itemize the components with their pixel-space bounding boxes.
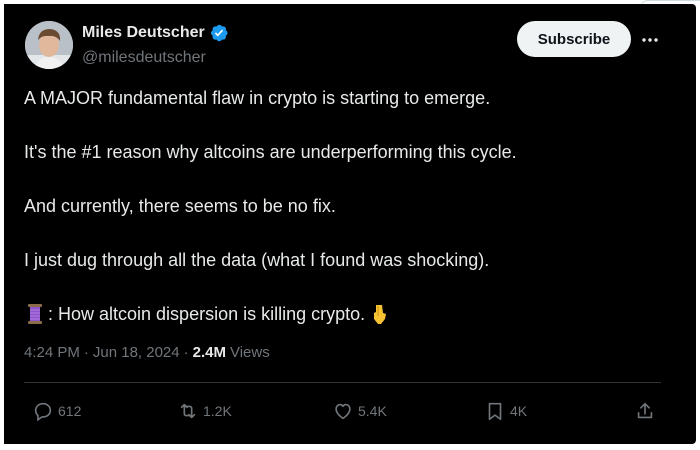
tweet-date[interactable]: Jun 18, 2024	[93, 344, 180, 361]
tweet-paragraph-text: : How altcoin dispersion is killing cryp…	[48, 304, 366, 324]
like-button[interactable]: 5.4K	[332, 398, 387, 424]
tweet-paragraph: I just dug through all the data (what I …	[24, 250, 490, 270]
subscribe-button[interactable]: Subscribe	[517, 21, 631, 57]
pointing-down-icon	[374, 305, 387, 324]
bookmark-count: 4K	[510, 403, 528, 419]
tweet-paragraph: It's the #1 reason why altcoins are unde…	[24, 142, 517, 162]
repost-button[interactable]: 1.2K	[177, 398, 232, 424]
divider	[24, 382, 661, 383]
more-horizontal-icon[interactable]	[640, 30, 660, 50]
avatar-image	[25, 21, 73, 69]
thread-spool-icon	[28, 304, 42, 324]
author-handle[interactable]: @milesdeutscher	[82, 49, 206, 67]
tweet-metadata: 4:24 PM · Jun 18, 2024 · 2.4M Views	[24, 344, 270, 361]
action-bar: 612 1.2K 5.4K 4K	[24, 398, 664, 424]
repost-count: 1.2K	[203, 403, 232, 419]
reply-count: 612	[58, 403, 82, 419]
repost-icon	[180, 403, 196, 419]
views-count: 2.4M	[192, 344, 226, 361]
bookmark-icon	[488, 402, 502, 421]
share-icon	[637, 402, 653, 419]
tweet-paragraph-thread: : How altcoin dispersion is killing cryp…	[24, 302, 664, 326]
author-name[interactable]: Miles Deutscher	[82, 24, 205, 42]
reply-button[interactable]: 612	[32, 398, 81, 424]
heart-icon	[335, 403, 351, 420]
reply-icon	[34, 402, 52, 422]
tweet-paragraph: A MAJOR fundamental flaw in crypto is st…	[24, 88, 491, 108]
meta-separator: ·	[183, 344, 189, 361]
views-label: Views	[229, 344, 270, 361]
tweet-paragraph: And currently, there seems to be no fix.	[24, 196, 336, 216]
tweet-text: A MAJOR fundamental flaw in crypto is st…	[24, 86, 664, 356]
share-button[interactable]	[634, 398, 656, 424]
bookmark-button[interactable]: 4K	[484, 398, 527, 424]
meta-separator: ·	[83, 344, 89, 361]
tweet-card: Miles Deutscher @milesdeutscher Subscrib…	[4, 4, 696, 444]
tweet-time[interactable]: 4:24 PM	[24, 344, 80, 361]
verified-badge-icon	[210, 24, 228, 42]
avatar[interactable]	[25, 21, 73, 69]
like-count: 5.4K	[358, 403, 387, 419]
